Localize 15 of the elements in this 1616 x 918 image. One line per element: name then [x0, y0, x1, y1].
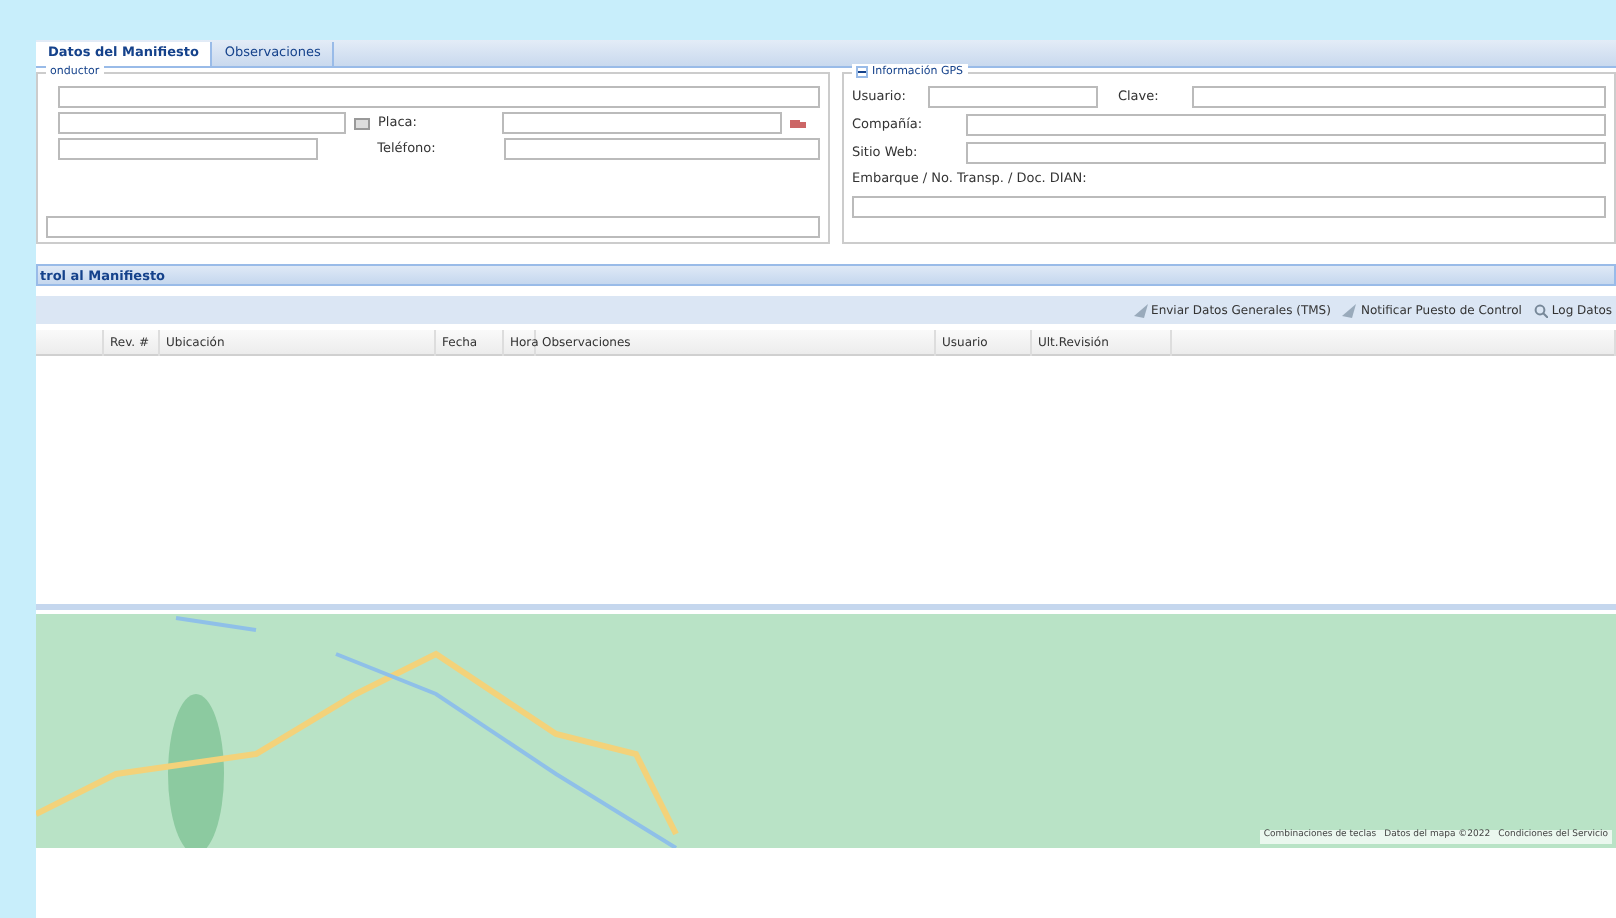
input-field[interactable] [58, 138, 318, 160]
input-field[interactable] [1191, 86, 1606, 108]
input-field[interactable] [965, 114, 1606, 136]
search-icon [1533, 303, 1548, 317]
input-field[interactable] [965, 142, 1606, 164]
input-field[interactable] [852, 195, 1606, 218]
input-field[interactable] [927, 86, 1098, 108]
send-icon [1133, 303, 1148, 317]
input-field[interactable] [58, 112, 346, 134]
input-field[interactable] [58, 86, 820, 108]
send-icon [1342, 303, 1357, 317]
input-field[interactable] [504, 138, 820, 160]
input-field[interactable] [46, 216, 820, 238]
collapse-toggle[interactable] [856, 66, 868, 79]
input-field[interactable] [502, 112, 782, 134]
